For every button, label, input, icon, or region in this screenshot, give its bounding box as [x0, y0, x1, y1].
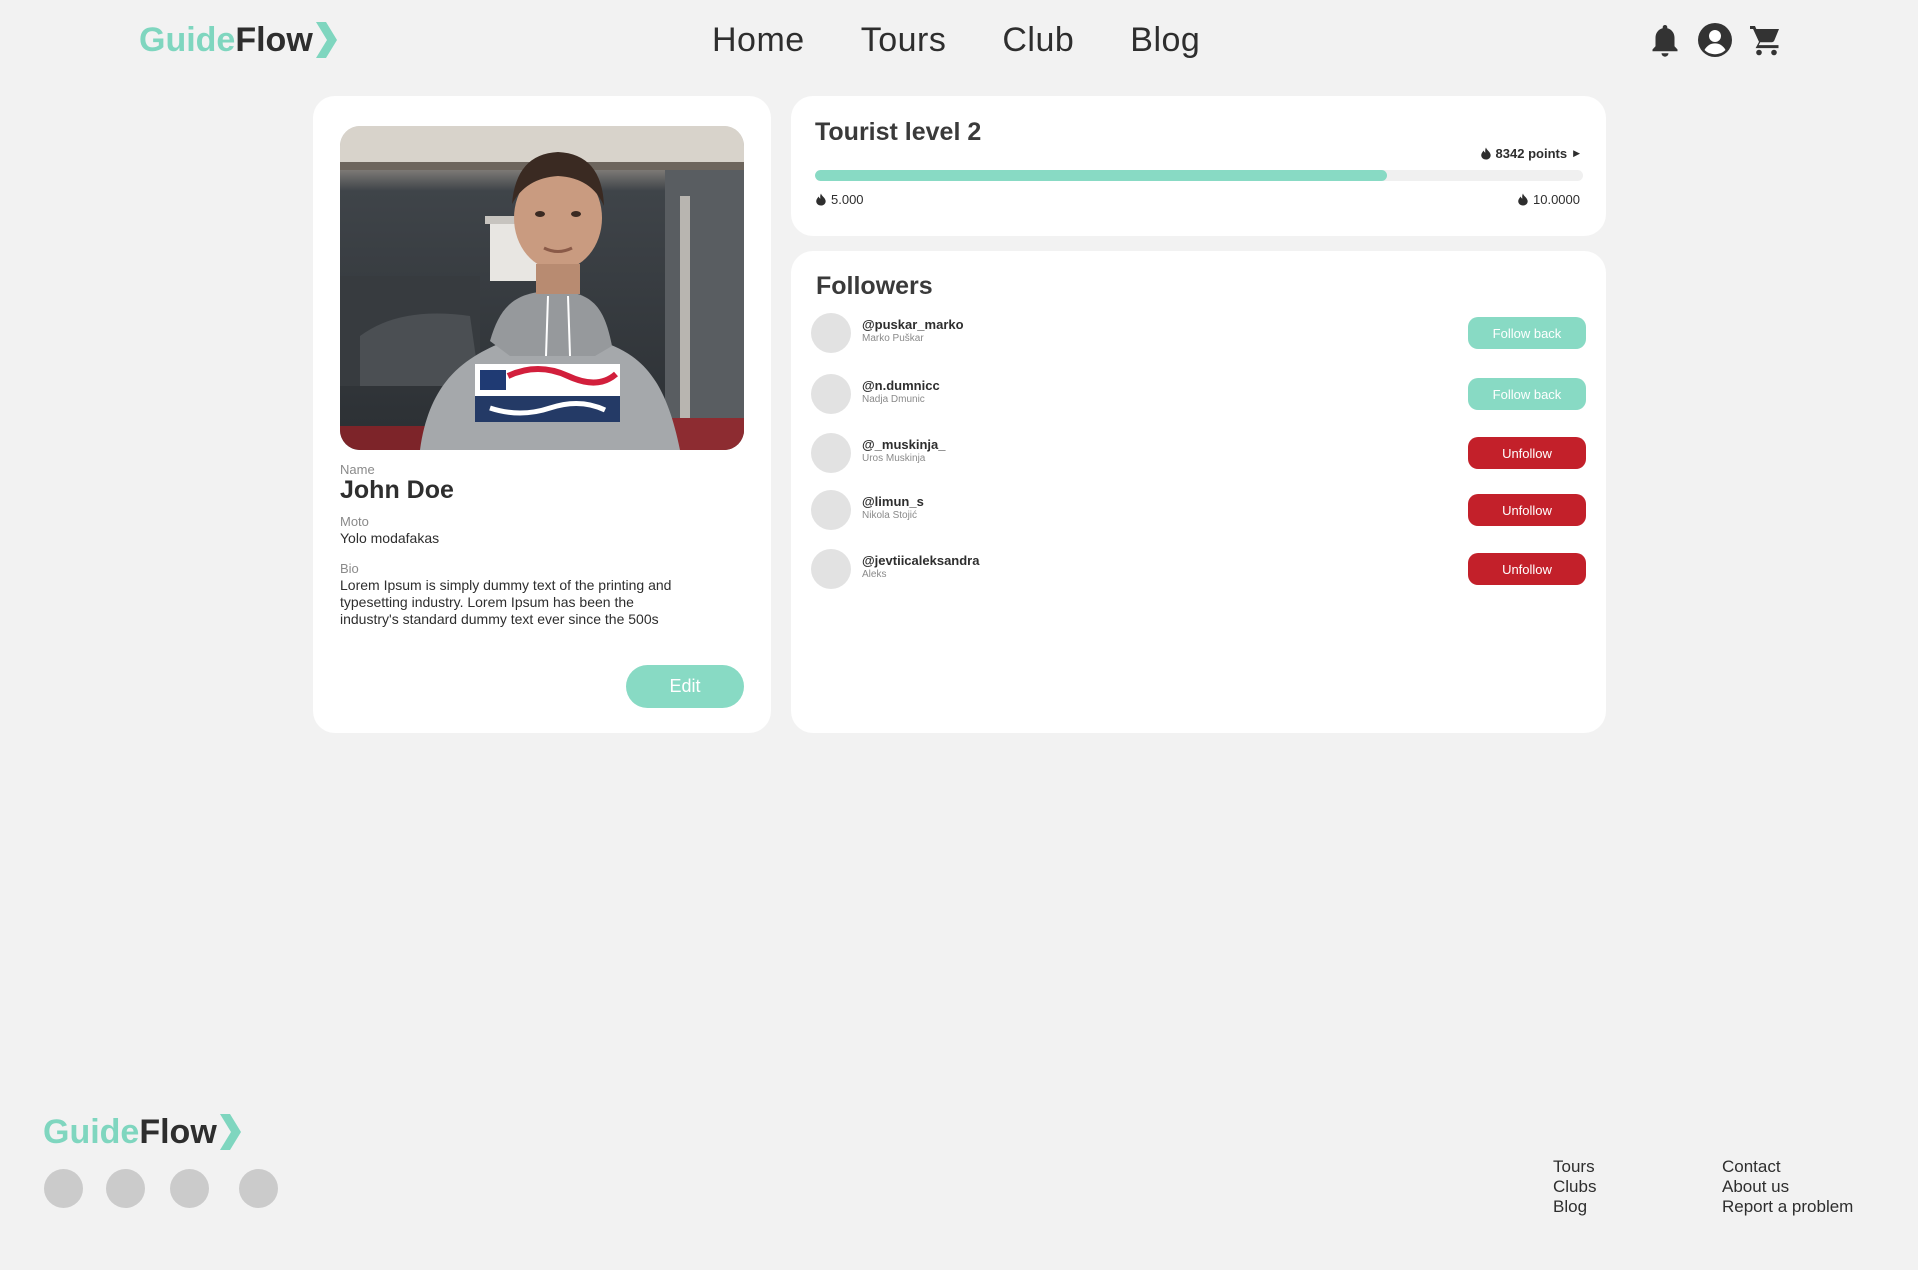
- profile-card: Name John Doe Moto Yolo modafakas Bio Lo…: [313, 96, 771, 733]
- brand-logo-part-flow: Flow: [139, 1112, 217, 1151]
- footer-links-secondary: Contact About us Report a problem: [1722, 1157, 1853, 1217]
- level-range-max: 10.0000: [1517, 192, 1580, 207]
- follow-back-button[interactable]: Follow back: [1468, 317, 1586, 349]
- nav-club[interactable]: Club: [1002, 21, 1074, 60]
- avatar[interactable]: [811, 490, 851, 530]
- brand-logo-part-guide: Guide: [43, 1112, 140, 1151]
- followers-title: Followers: [816, 272, 933, 300]
- profile-photo: [340, 126, 744, 450]
- footer-link-report-problem[interactable]: Report a problem: [1722, 1197, 1853, 1217]
- social-links: [44, 1169, 278, 1208]
- header: Guide Flow Home Tours Club Blog: [0, 0, 1918, 84]
- flame-icon: [816, 193, 826, 206]
- avatar[interactable]: [811, 313, 851, 353]
- footer-link-about-us[interactable]: About us: [1722, 1177, 1853, 1197]
- follower-handle[interactable]: @limun_s: [862, 494, 924, 509]
- social-link[interactable]: [44, 1169, 83, 1208]
- brand-chevron-icon: [315, 22, 337, 58]
- level-range-min: 5.000: [815, 192, 864, 207]
- footer-link-contact[interactable]: Contact: [1722, 1157, 1853, 1177]
- follower-handle[interactable]: @_muskinja_: [862, 437, 946, 452]
- unfollow-button[interactable]: Unfollow: [1468, 553, 1586, 585]
- brand-logo[interactable]: Guide Flow: [139, 18, 338, 62]
- edit-profile-button[interactable]: Edit: [626, 665, 744, 708]
- follower-handle[interactable]: @n.dumnicc: [862, 378, 940, 393]
- tourist-level-card: Tourist level 2 8342 points ▶ 5.000 10.0…: [791, 96, 1606, 236]
- follower-row: @limun_s Nikola Stojić Unfollow: [811, 488, 1586, 532]
- follower-row: @jevtiicaleksandra Aleks Unfollow: [811, 547, 1586, 591]
- unfollow-button[interactable]: Unfollow: [1468, 494, 1586, 526]
- avatar[interactable]: [811, 374, 851, 414]
- follower-name: Marko Puškar: [862, 333, 924, 344]
- social-link[interactable]: [106, 1169, 145, 1208]
- bell-icon[interactable]: [1647, 22, 1683, 58]
- follower-row: @puskar_marko Marko Puškar Follow back: [811, 311, 1586, 355]
- followers-card: Followers @puskar_marko Marko Puškar Fol…: [791, 251, 1606, 733]
- flame-icon: [1518, 193, 1528, 206]
- follower-row: @n.dumnicc Nadja Dmunic Follow back: [811, 372, 1586, 416]
- nav-home[interactable]: Home: [712, 21, 805, 60]
- footer-link-blog[interactable]: Blog: [1553, 1197, 1596, 1217]
- brand-logo-part-flow: Flow: [235, 20, 313, 59]
- profile-name: John Doe: [340, 476, 454, 504]
- profile-bio: Lorem Ipsum is simply dummy text of the …: [340, 577, 672, 627]
- cart-icon[interactable]: [1747, 22, 1783, 58]
- follower-handle[interactable]: @jevtiicaleksandra: [862, 553, 979, 568]
- social-link[interactable]: [170, 1169, 209, 1208]
- follower-handle[interactable]: @puskar_marko: [862, 317, 964, 332]
- header-actions: [1647, 22, 1797, 58]
- avatar[interactable]: [811, 549, 851, 589]
- avatar[interactable]: [811, 433, 851, 473]
- follow-back-button[interactable]: Follow back: [1468, 378, 1586, 410]
- account-circle-icon[interactable]: [1697, 22, 1733, 58]
- points-value: 8342 points: [1495, 146, 1568, 161]
- level-title: Tourist level 2: [815, 118, 982, 146]
- flame-icon: [1480, 147, 1491, 160]
- moto-label: Moto: [340, 514, 369, 529]
- footer-brand-logo[interactable]: Guide Flow: [43, 1110, 242, 1154]
- footer-links-primary: Tours Clubs Blog: [1553, 1157, 1596, 1217]
- nav-blog[interactable]: Blog: [1130, 21, 1200, 60]
- follower-row: @_muskinja_ Uros Muskinja Unfollow: [811, 431, 1586, 475]
- level-progress-bar: [815, 170, 1583, 181]
- follower-name: Uros Muskinja: [862, 453, 926, 464]
- footer-link-tours[interactable]: Tours: [1553, 1157, 1596, 1177]
- follower-name: Nikola Stojić: [862, 510, 918, 521]
- name-label: Name: [340, 462, 375, 477]
- nav-tours[interactable]: Tours: [861, 21, 947, 60]
- brand-logo-part-guide: Guide: [139, 20, 236, 59]
- follower-name: Aleks: [862, 569, 887, 580]
- unfollow-button[interactable]: Unfollow: [1468, 437, 1586, 469]
- social-link[interactable]: [239, 1169, 278, 1208]
- level-max-value: 10.0000: [1533, 192, 1580, 207]
- level-min-value: 5.000: [831, 192, 864, 207]
- bio-label: Bio: [340, 561, 359, 576]
- play-arrow-icon: ▶: [1573, 148, 1580, 158]
- points-link[interactable]: 8342 points ▶: [1480, 146, 1580, 161]
- main-nav: Home Tours Club Blog: [712, 18, 1200, 62]
- brand-chevron-icon: [219, 1114, 241, 1150]
- footer-link-clubs[interactable]: Clubs: [1553, 1177, 1596, 1197]
- level-progress-fill: [815, 170, 1388, 181]
- profile-moto: Yolo modafakas: [340, 530, 440, 546]
- follower-name: Nadja Dmunic: [862, 394, 925, 405]
